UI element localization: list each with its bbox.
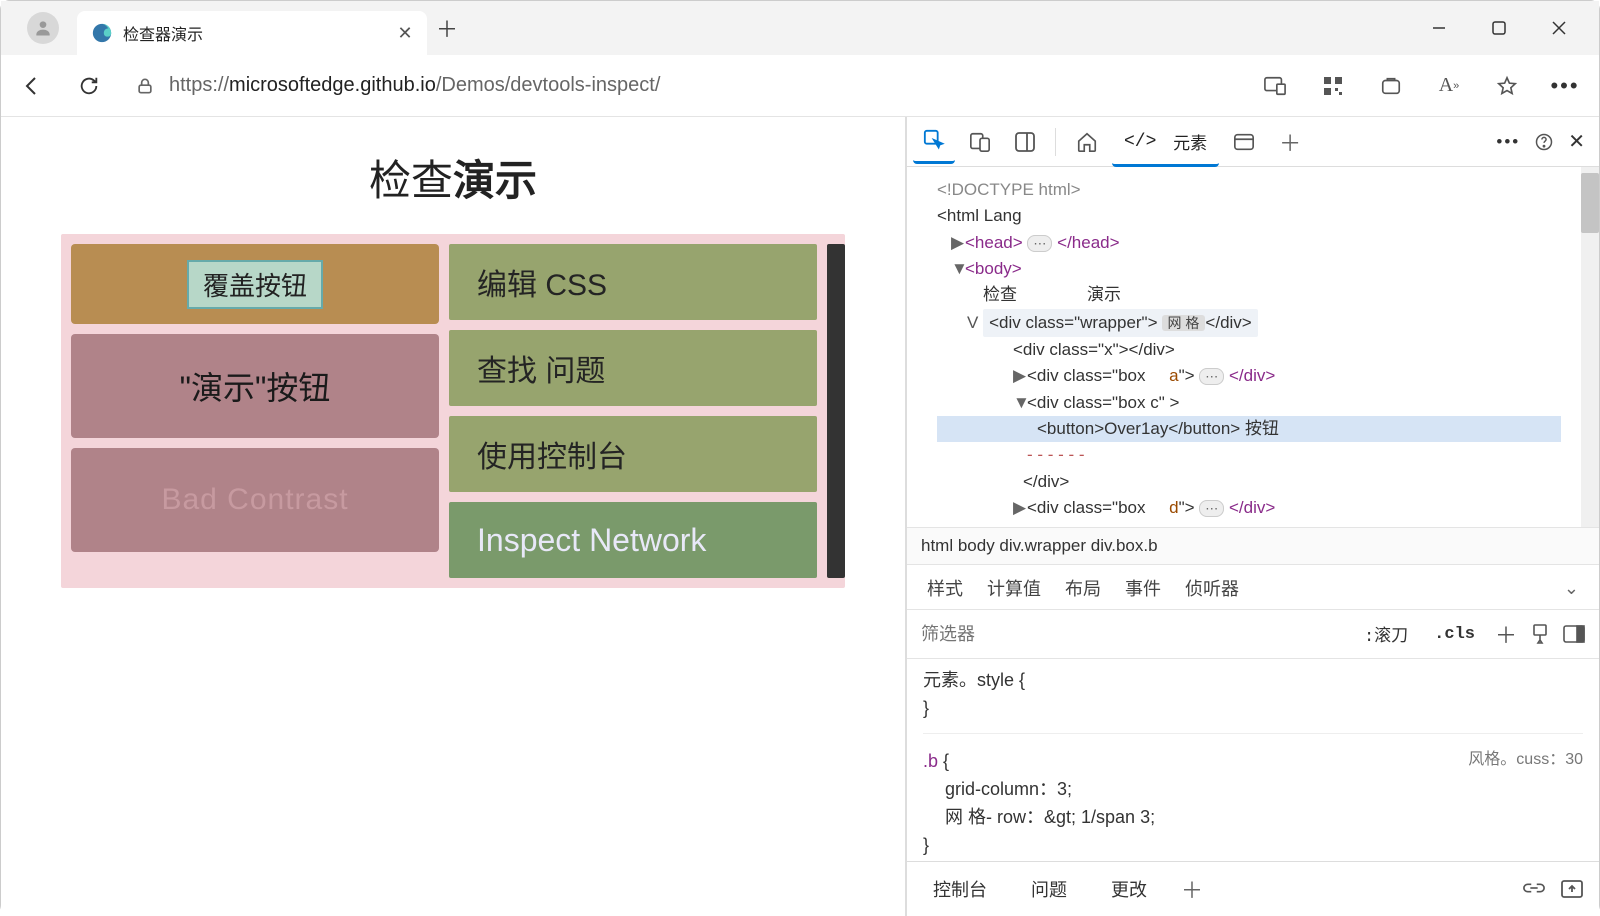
listeners-tab[interactable]: 侦听器 bbox=[1185, 575, 1239, 601]
more-tools-icon[interactable]: ••• bbox=[1496, 132, 1520, 152]
styles-tab[interactable]: 样式 bbox=[927, 575, 963, 601]
refresh-button[interactable] bbox=[71, 68, 107, 104]
workspace: 检查演示 覆盖按钮 编辑 CSS 查找 问题 使用控制台 Inspect Net… bbox=[1, 117, 1599, 916]
dom-scrollbar[interactable] bbox=[1581, 167, 1599, 527]
dom-head[interactable]: ▶<head> ⋯ </head> bbox=[937, 230, 1561, 256]
elements-tab[interactable]: </> 元素 bbox=[1112, 119, 1219, 167]
dom-doctype: <!DOCTYPE html> bbox=[937, 177, 1561, 203]
issues-tab[interactable]: 问题 bbox=[1021, 870, 1077, 908]
dom-body[interactable]: ▼<body> bbox=[937, 256, 1561, 282]
box-c-demo-button[interactable]: "演示"按钮 bbox=[71, 334, 439, 438]
dom-breadcrumb[interactable]: html body div.wrapper div.box.b bbox=[907, 527, 1599, 565]
dom-text-inspect: 检查演示 bbox=[937, 282, 1561, 308]
page-content: 检查演示 覆盖按钮 编辑 CSS 查找 问题 使用控制台 Inspect Net… bbox=[1, 117, 905, 916]
item-use-console[interactable]: 使用控制台 bbox=[449, 416, 817, 492]
grid-scrollbar[interactable] bbox=[827, 244, 845, 578]
tab-title: 检查器演示 bbox=[123, 21, 387, 45]
styles-filter-input[interactable] bbox=[921, 624, 1344, 645]
qr-icon[interactable] bbox=[1313, 68, 1353, 104]
item-edit-css[interactable]: 编辑 CSS bbox=[449, 244, 817, 320]
dom-wrapper[interactable]: V <div class="wrapper">网 格</div> bbox=[937, 309, 1561, 337]
favorite-icon[interactable] bbox=[1487, 68, 1527, 104]
cls-button[interactable]: .cls bbox=[1428, 623, 1481, 646]
events-tab[interactable]: 事件 bbox=[1125, 575, 1161, 601]
collections-icon[interactable] bbox=[1371, 68, 1411, 104]
url-box[interactable]: https://microsoftedge.github.io/Demos/de… bbox=[127, 74, 1235, 97]
drawer-expand-icon[interactable] bbox=[1561, 880, 1583, 898]
add-tab-icon[interactable]: ＋ bbox=[1269, 120, 1311, 164]
dom-box-c[interactable]: ▼<div class="box c" > bbox=[937, 390, 1561, 416]
page-title: 检查演示 bbox=[1, 147, 905, 208]
back-button[interactable] bbox=[15, 68, 51, 104]
new-style-icon[interactable]: ＋ bbox=[1495, 618, 1517, 650]
dom-box-a[interactable]: ▶<div class="box a"> ⋯ </div> bbox=[937, 363, 1561, 389]
console-tab[interactable]: 控制台 bbox=[923, 870, 997, 908]
changes-tab[interactable]: 更改 bbox=[1101, 870, 1157, 908]
layout-tab[interactable]: 布局 bbox=[1065, 575, 1101, 601]
paint-icon[interactable] bbox=[1531, 624, 1549, 644]
application-tab-icon[interactable] bbox=[1223, 126, 1265, 158]
url-text: https://microsoftedge.github.io/Demos/de… bbox=[169, 74, 660, 97]
read-aloud-icon[interactable]: A» bbox=[1429, 68, 1469, 104]
item-inspect-network[interactable]: Inspect Network bbox=[449, 502, 817, 578]
window-close-icon[interactable] bbox=[1547, 16, 1571, 40]
new-tab-button[interactable]: ＋ bbox=[427, 12, 467, 44]
drawer-link-icon[interactable] bbox=[1523, 880, 1545, 898]
box-bad-contrast[interactable]: Bad Contrast bbox=[71, 448, 439, 552]
dom-html[interactable]: <html Lang bbox=[937, 203, 1561, 229]
devtools-tabs: </> 元素 ＋ ••• ✕ bbox=[907, 117, 1599, 167]
toggle-pane-icon[interactable] bbox=[1563, 625, 1585, 643]
item-find-issues[interactable]: 查找 问题 bbox=[449, 330, 817, 406]
window-controls bbox=[1427, 16, 1591, 40]
styles-tabs: 样式 计算值 布局 事件 侦听器 ⌄ bbox=[907, 565, 1599, 610]
device-toggle-icon[interactable] bbox=[959, 125, 1001, 159]
dom-overlay-button[interactable]: <button>Over1ay</button> 按钮 bbox=[937, 416, 1561, 442]
more-icon[interactable]: ••• bbox=[1545, 68, 1585, 104]
inspect-element-icon[interactable] bbox=[913, 123, 955, 164]
edge-icon bbox=[91, 22, 113, 44]
rule-b[interactable]: 风格。cuss：30 .b { grid-column：3; 网 格- row：… bbox=[923, 748, 1583, 861]
address-bar: https://microsoftedge.github.io/Demos/de… bbox=[1, 55, 1599, 117]
lock-icon bbox=[135, 76, 155, 96]
dom-div-x[interactable]: <div class="x"></div> bbox=[937, 337, 1561, 363]
box-a: 覆盖按钮 bbox=[71, 244, 439, 324]
help-icon[interactable] bbox=[1534, 132, 1554, 152]
maximize-icon[interactable] bbox=[1487, 16, 1511, 40]
devtools-close-icon[interactable]: ✕ bbox=[1568, 129, 1585, 154]
overlay-button[interactable]: 覆盖按钮 bbox=[187, 260, 323, 309]
computed-tab[interactable]: 计算值 bbox=[987, 575, 1041, 601]
chevron-down-icon[interactable]: ⌄ bbox=[1564, 578, 1579, 599]
minimize-icon[interactable] bbox=[1427, 16, 1451, 40]
profile-icon[interactable] bbox=[27, 12, 59, 44]
titlebar: 检查器演示 ✕ ＋ bbox=[1, 1, 1599, 55]
dom-div-close[interactable]: </div> bbox=[937, 469, 1561, 495]
styles-filter-bar: :滚刀 .cls ＋ bbox=[907, 610, 1599, 659]
right-column: 编辑 CSS 查找 问题 使用控制台 Inspect Network bbox=[449, 244, 817, 578]
hov-button[interactable]: :滚刀 bbox=[1358, 619, 1414, 649]
devtools-panel: </> 元素 ＋ ••• ✕ <!DOCTYPE html> <html Lan… bbox=[905, 117, 1599, 916]
browser-tab[interactable]: 检查器演示 ✕ bbox=[77, 11, 427, 55]
screencast-icon[interactable] bbox=[1255, 68, 1295, 104]
browser-chrome: 检查器演示 ✕ ＋ https://microsoftedge.github.i… bbox=[1, 1, 1599, 117]
add-drawer-tab-icon[interactable]: ＋ bbox=[1181, 873, 1203, 905]
rule-element-style[interactable]: 元素。style { } bbox=[923, 667, 1583, 734]
drawer-tabs: 控制台 问题 更改 ＋ bbox=[907, 861, 1599, 916]
demo-grid: 覆盖按钮 编辑 CSS 查找 问题 使用控制台 Inspect Network … bbox=[61, 234, 845, 588]
welcome-tab-icon[interactable] bbox=[1066, 125, 1108, 159]
styles-body[interactable]: 元素。style { } 风格。cuss：30 .b { grid-column… bbox=[907, 659, 1599, 861]
dom-box-d[interactable]: ▶<div class="box d"> ⋯ </div> bbox=[937, 495, 1561, 521]
dock-side-icon[interactable] bbox=[1005, 126, 1045, 158]
dom-tree[interactable]: <!DOCTYPE html> <html Lang ▶<head> ⋯ </h… bbox=[907, 167, 1581, 527]
close-icon[interactable]: ✕ bbox=[397, 25, 413, 41]
